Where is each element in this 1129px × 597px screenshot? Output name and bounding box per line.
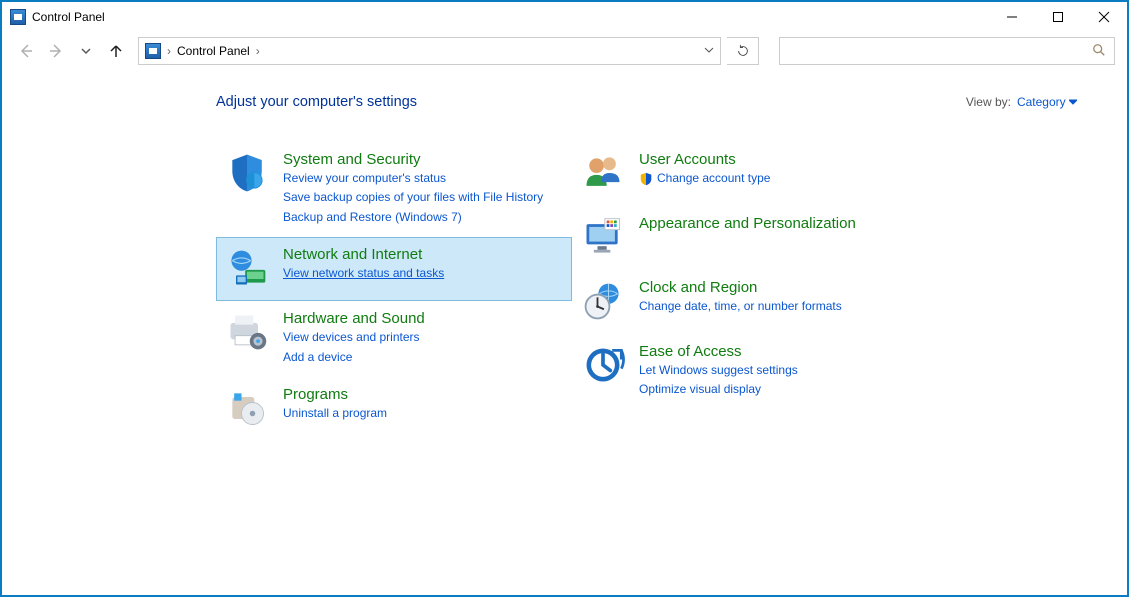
window-buttons [989, 2, 1127, 32]
category-system-security[interactable]: System and Security Review your computer… [216, 142, 572, 237]
category-programs[interactable]: Programs Uninstall a program [216, 377, 572, 441]
category-ease-of-access[interactable]: Ease of Access Let Windows suggest setti… [572, 334, 940, 410]
categories-col-right: User Accounts Change account type Appear… [572, 142, 940, 441]
breadcrumb-sep-2: › [256, 44, 260, 58]
breadcrumb-location[interactable]: Control Panel [177, 44, 250, 58]
window-root: Control Panel › Co [0, 0, 1129, 597]
control-panel-icon [145, 43, 161, 59]
back-button[interactable] [14, 39, 38, 63]
link-change-date-time[interactable]: Change date, time, or number formats [639, 298, 842, 315]
category-title[interactable]: Programs [283, 386, 387, 403]
window-title: Control Panel [32, 10, 105, 24]
users-icon [581, 151, 625, 195]
category-title[interactable]: Appearance and Personalization [639, 215, 856, 232]
chevron-down-icon [81, 46, 91, 56]
category-title[interactable]: Ease of Access [639, 343, 798, 360]
category-clock-region[interactable]: Clock and Region Change date, time, or n… [572, 270, 940, 334]
back-arrow-icon [18, 43, 34, 59]
minimize-icon [1006, 11, 1018, 23]
recent-dropdown-button[interactable] [74, 39, 98, 63]
category-title[interactable]: Network and Internet [283, 246, 444, 263]
address-dropdown-button[interactable] [704, 44, 714, 58]
network-icon [225, 246, 269, 290]
link-change-account-type[interactable]: Change account type [657, 170, 770, 187]
link-network-status[interactable]: View network status and tasks [283, 265, 444, 282]
category-hardware-sound[interactable]: Hardware and Sound View devices and prin… [216, 301, 572, 377]
clock-globe-icon [581, 279, 625, 323]
monitor-icon [581, 215, 625, 259]
link-review-status[interactable]: Review your computer's status [283, 170, 543, 187]
content-area: Adjust your computer's settings View by:… [2, 70, 1127, 595]
category-network-internet[interactable]: Network and Internet View network status… [216, 237, 572, 301]
search-box[interactable] [779, 37, 1115, 65]
link-optimize-display[interactable]: Optimize visual display [639, 381, 798, 398]
link-backup-restore[interactable]: Backup and Restore (Windows 7) [283, 209, 543, 226]
view-by-control: View by: Category [966, 95, 1087, 109]
nav-toolbar: › Control Panel › [2, 32, 1127, 70]
link-file-history[interactable]: Save backup copies of your files with Fi… [283, 189, 543, 206]
ease-of-access-icon [581, 343, 625, 387]
uac-shield-icon [639, 172, 653, 186]
refresh-icon [736, 44, 750, 58]
forward-arrow-icon [48, 43, 64, 59]
category-title[interactable]: System and Security [283, 151, 543, 168]
view-by-value: Category [1017, 95, 1066, 109]
link-windows-suggest[interactable]: Let Windows suggest settings [639, 362, 798, 379]
title-bar: Control Panel [2, 2, 1127, 32]
search-icon[interactable] [1092, 43, 1106, 60]
categories-col-left: System and Security Review your computer… [216, 142, 572, 441]
close-button[interactable] [1081, 2, 1127, 32]
category-title[interactable]: Clock and Region [639, 279, 842, 296]
category-appearance-personalization[interactable]: Appearance and Personalization [572, 206, 940, 270]
maximize-icon [1052, 11, 1064, 23]
close-icon [1098, 11, 1110, 23]
content-header: Adjust your computer's settings View by:… [216, 94, 1087, 110]
minimize-button[interactable] [989, 2, 1035, 32]
link-uninstall-program[interactable]: Uninstall a program [283, 405, 387, 422]
category-title[interactable]: Hardware and Sound [283, 310, 425, 327]
forward-button[interactable] [44, 39, 68, 63]
refresh-button[interactable] [727, 37, 759, 65]
up-arrow-icon [108, 43, 124, 59]
shield-icon [225, 151, 269, 195]
view-by-dropdown[interactable]: Category [1017, 95, 1077, 109]
link-devices-printers[interactable]: View devices and printers [283, 329, 425, 346]
view-by-label: View by: [966, 95, 1011, 109]
app-icon [10, 9, 26, 25]
link-add-device[interactable]: Add a device [283, 349, 425, 366]
category-title[interactable]: User Accounts [639, 151, 770, 168]
caret-down-icon [1069, 98, 1077, 106]
maximize-button[interactable] [1035, 2, 1081, 32]
search-input[interactable] [788, 44, 1092, 58]
address-bar[interactable]: › Control Panel › [138, 37, 721, 65]
printer-icon [225, 310, 269, 354]
breadcrumb-sep: › [167, 44, 171, 58]
chevron-down-icon [704, 45, 714, 55]
page-subtitle: Adjust your computer's settings [216, 94, 417, 110]
categories: System and Security Review your computer… [216, 142, 1087, 441]
up-button[interactable] [104, 39, 128, 63]
programs-icon [225, 386, 269, 430]
category-user-accounts[interactable]: User Accounts Change account type [572, 142, 940, 206]
